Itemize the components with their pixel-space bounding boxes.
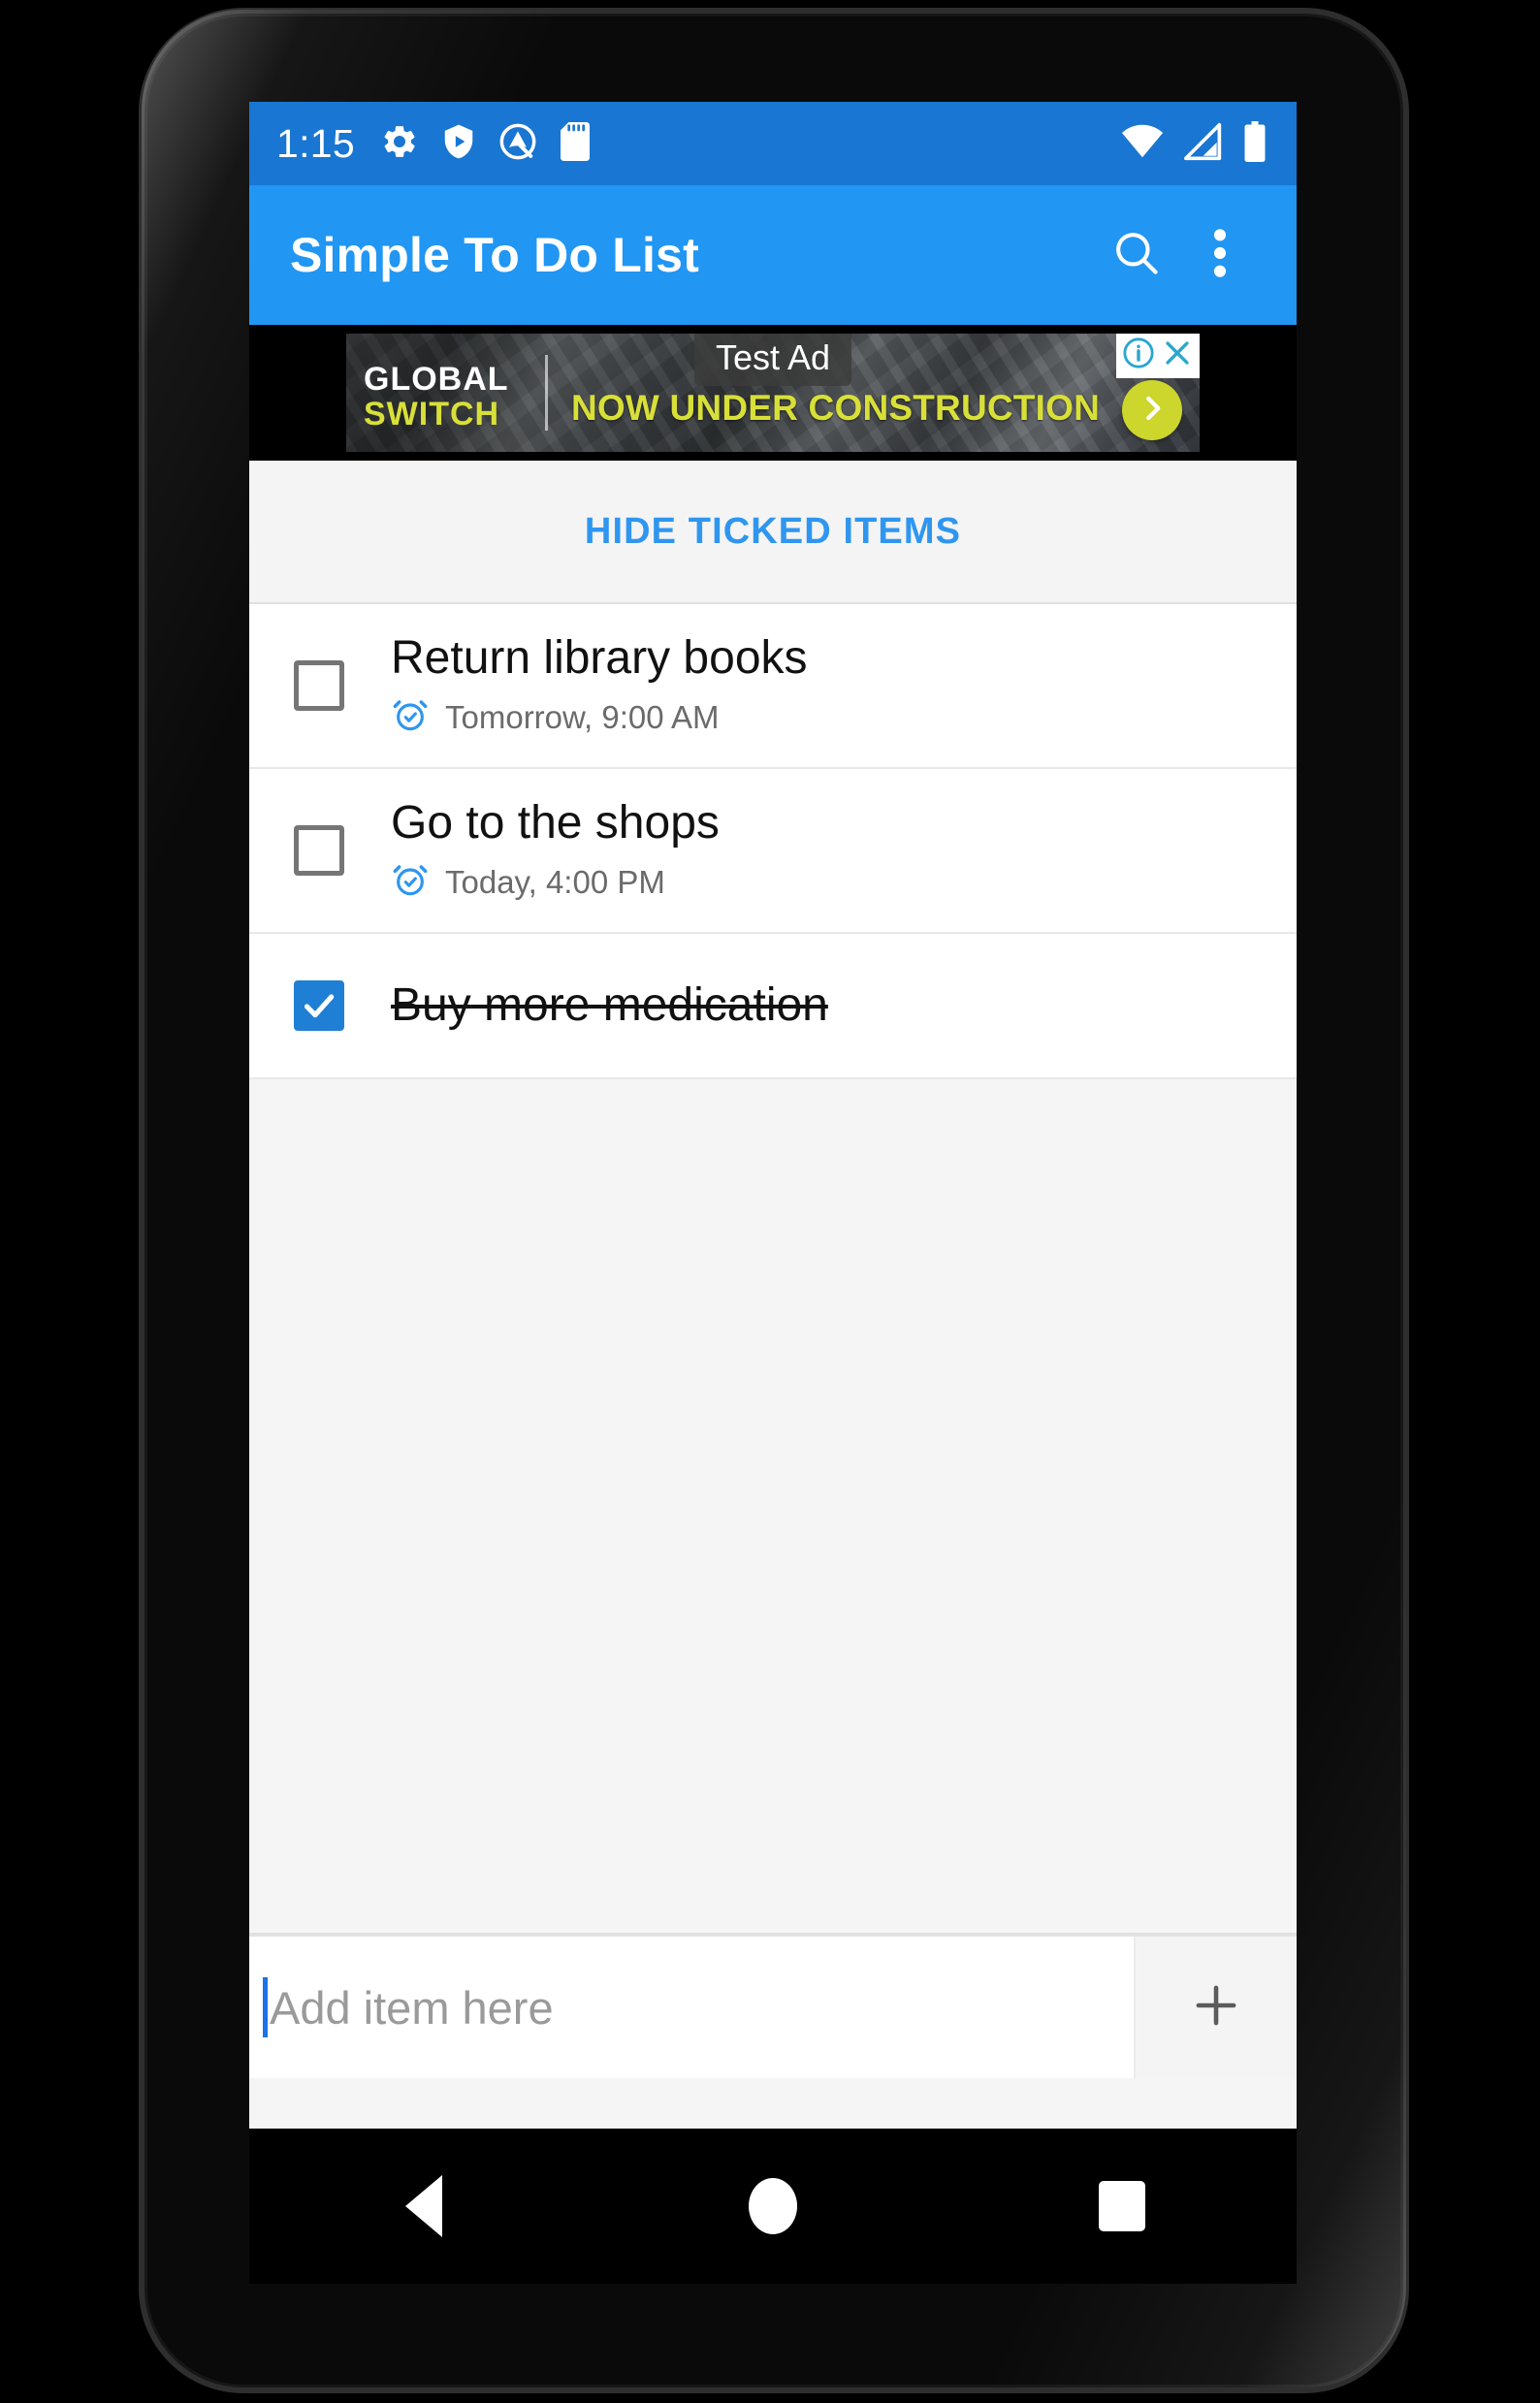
- nav-home-button[interactable]: [686, 2148, 860, 2264]
- alarm-clock-icon: [391, 860, 430, 904]
- status-clock: 1:15: [276, 120, 355, 166]
- ad-brand-logo: GLOBAL SWITCH: [364, 363, 509, 431]
- add-item-bar: Add item here: [249, 1935, 1297, 2078]
- check-icon: [304, 994, 335, 1018]
- todo-item-reminder-text: Tomorrow, 9:00 AM: [445, 698, 720, 735]
- home-circle-icon: [749, 2178, 797, 2234]
- add-item-button[interactable]: [1134, 1937, 1297, 2078]
- text-cursor: [263, 1977, 268, 2037]
- alarm-clock-icon: [391, 695, 430, 739]
- chevron-right-icon: [1138, 394, 1167, 428]
- circle-q-icon: [498, 122, 537, 166]
- todo-item-reminder: Today, 4:00 PM: [391, 860, 720, 904]
- todo-item-body: Go to the shops Today, 4:00 PM: [391, 784, 720, 918]
- settings-gear-icon: [380, 122, 419, 166]
- nav-back-button[interactable]: [337, 2148, 511, 2264]
- search-icon: [1111, 228, 1162, 283]
- back-triangle-icon: [405, 2175, 442, 2237]
- cell-signal-none-icon: [1182, 122, 1225, 166]
- wifi-icon: [1120, 122, 1165, 166]
- main-content: HIDE TICKED ITEMS Return library books T…: [249, 461, 1297, 2078]
- add-item-input[interactable]: Add item here: [249, 1937, 1134, 2078]
- todo-item[interactable]: Go to the shops Today, 4:00 PM: [249, 769, 1297, 934]
- todo-checkbox[interactable]: [294, 825, 344, 876]
- close-icon[interactable]: [1161, 336, 1194, 374]
- shield-play-icon: [440, 122, 477, 166]
- ad-headline: NOW UNDER CONSTRUCTION: [571, 388, 1100, 428]
- phone-screen: 1:15 Simple To Do List GLOBAL SWITCH NOW…: [249, 102, 1297, 2129]
- todo-item-title: Buy more medication: [391, 979, 828, 1032]
- hide-ticked-items-label: HIDE TICKED ITEMS: [584, 510, 962, 552]
- screenshot-root: 1:15 Simple To Do List GLOBAL SWITCH NOW…: [0, 0, 1540, 2403]
- todo-checkbox[interactable]: [294, 660, 344, 711]
- sd-card-icon: [559, 121, 592, 166]
- todo-list: Return library books Tomorrow, 9:00 AM G…: [249, 604, 1297, 1079]
- ad-cta-button[interactable]: [1122, 380, 1182, 440]
- status-bar: 1:15: [249, 102, 1297, 185]
- ad-container: GLOBAL SWITCH NOW UNDER CONSTRUCTION Tes…: [249, 325, 1297, 461]
- todo-item-title: Return library books: [391, 631, 808, 684]
- ad-divider: [545, 355, 548, 431]
- recents-square-icon: [1099, 2181, 1145, 2231]
- todo-item[interactable]: Return library books Tomorrow, 9:00 AM: [249, 604, 1297, 769]
- overflow-menu-button[interactable]: [1178, 213, 1262, 297]
- todo-list-empty-space: [249, 1079, 1297, 1935]
- todo-item-reminder: Tomorrow, 9:00 AM: [391, 695, 808, 739]
- hide-ticked-items-button[interactable]: HIDE TICKED ITEMS: [249, 461, 1297, 604]
- info-icon[interactable]: [1122, 336, 1155, 374]
- battery-full-icon: [1242, 120, 1267, 167]
- todo-item-reminder-text: Today, 4:00 PM: [445, 863, 665, 900]
- nav-recents-button[interactable]: [1035, 2148, 1209, 2264]
- ad-test-label: Test Ad: [693, 334, 852, 386]
- ad-brand-line2: SWITCH: [364, 396, 500, 433]
- search-button[interactable]: [1095, 213, 1178, 297]
- status-left-icons: [380, 121, 592, 166]
- ad-banner[interactable]: GLOBAL SWITCH NOW UNDER CONSTRUCTION Tes…: [346, 334, 1200, 452]
- ad-badges: [1116, 334, 1200, 378]
- app-bar: Simple To Do List: [249, 185, 1297, 325]
- todo-checkbox[interactable]: [294, 980, 344, 1031]
- todo-item-body: Return library books Tomorrow, 9:00 AM: [391, 619, 808, 753]
- ad-brand-line1: GLOBAL: [364, 361, 509, 398]
- todo-item[interactable]: Buy more medication: [249, 934, 1297, 1079]
- todo-item-body: Buy more medication: [391, 966, 828, 1045]
- status-right-icons: [1120, 120, 1267, 167]
- add-item-placeholder: Add item here: [270, 1981, 554, 2034]
- system-navigation-bar: [249, 2129, 1297, 2284]
- page-title: Simple To Do List: [290, 228, 699, 282]
- todo-item-title: Go to the shops: [391, 796, 720, 849]
- plus-icon: [1188, 1977, 1244, 2038]
- more-vertical-icon: [1212, 226, 1228, 285]
